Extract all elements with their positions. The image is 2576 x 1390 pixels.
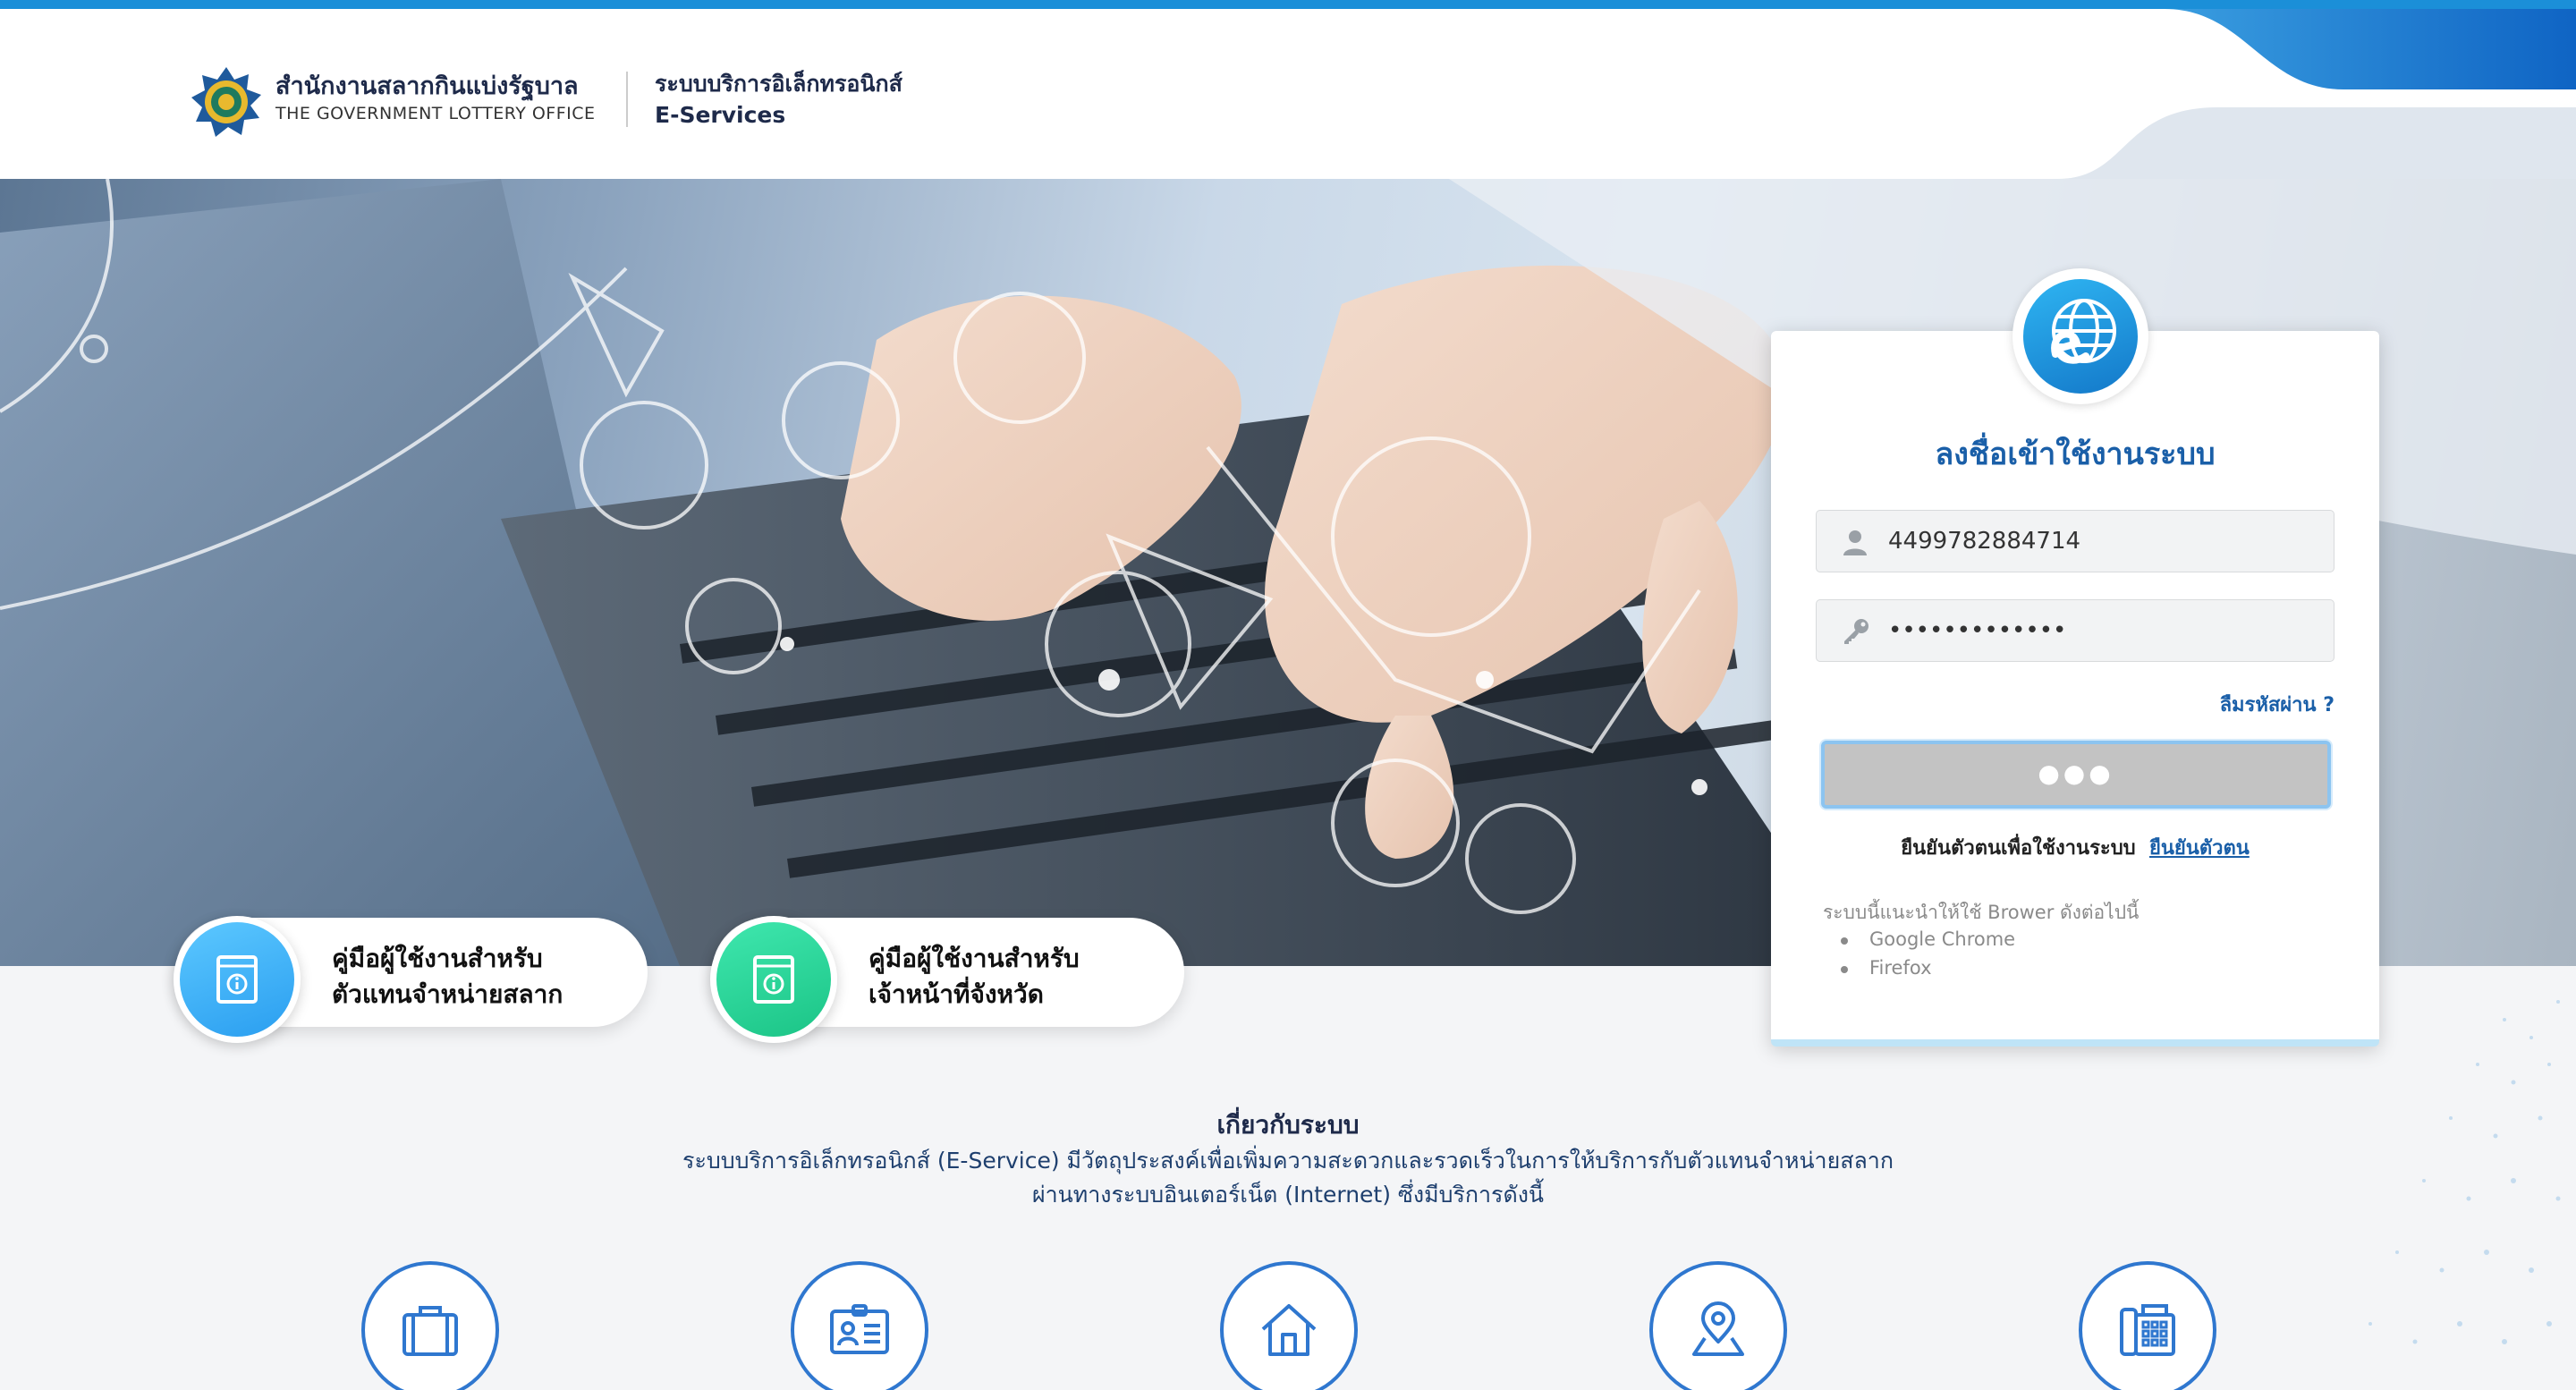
top-accent-bar xyxy=(0,0,2576,9)
browser-item-firefox: Firefox xyxy=(1841,957,2015,986)
service-id-card[interactable] xyxy=(791,1261,928,1390)
guide-staff-icon-circle xyxy=(710,916,837,1043)
guide-agents-line2: ตัวแทนจำหน่ายสลาก xyxy=(332,979,564,1009)
phone-fax-icon xyxy=(2120,1304,2175,1356)
login-submit-button[interactable]: ●●● xyxy=(1821,741,2331,809)
home-icon xyxy=(1261,1304,1317,1356)
verify-identity-link[interactable]: ยืนยันตัวตน xyxy=(2149,837,2250,860)
site-header: สำนักงานสลากกินแบ่งรัฐบาล THE GOVERNMENT… xyxy=(0,9,2576,179)
system-name-thai: ระบบบริการอิเล็กทรอนิกส์ xyxy=(655,71,902,97)
login-title: ลงชื่อเข้าใช้งานระบบ xyxy=(1935,436,2216,472)
lottery-office-seal-icon[interactable] xyxy=(190,65,263,139)
password-input[interactable] xyxy=(1888,600,2318,661)
header-divider xyxy=(626,72,628,127)
system-name-english: E-Services xyxy=(655,102,786,128)
verify-identity-row: ยืนยันตัวตนเพื่อใช้งานระบบ ยืนยันตัวตน xyxy=(1771,832,2379,863)
verify-identity-text: ยืนยันตัวตนเพื่อใช้งานระบบ xyxy=(1901,837,2136,860)
org-name-english: THE GOVERNMENT LOTTERY OFFICE xyxy=(275,104,596,123)
key-icon xyxy=(1844,619,1868,644)
service-phone[interactable] xyxy=(2079,1261,2216,1390)
map-pin-icon xyxy=(1692,1301,1744,1356)
login-card: ลงชื่อเข้าใช้งานระบบ ลืมรหัสผ่าน ? ●●● ย… xyxy=(1771,331,2379,1047)
guide-agents-icon-circle xyxy=(174,916,301,1043)
about-description-line1: ระบบบริการอิเล็กทรอนิกส์ (E-Service) มีว… xyxy=(682,1148,1894,1174)
service-location[interactable] xyxy=(1649,1261,1787,1390)
manual-book-icon xyxy=(753,955,794,1004)
guide-staff-line1: คู่มือผู้ใช้งานสำหรับ xyxy=(869,944,1080,973)
service-briefcase[interactable] xyxy=(361,1261,499,1390)
guide-button-agents[interactable]: คู่มือผู้ใช้งานสำหรับ ตัวแทนจำหน่ายสลาก xyxy=(174,916,648,1043)
browser-item-chrome: Google Chrome xyxy=(1841,928,2015,957)
about-title: เกี่ยวกับระบบ xyxy=(1216,1110,1360,1140)
user-icon xyxy=(1843,530,1867,555)
service-home[interactable] xyxy=(1220,1261,1358,1390)
org-name-thai: สำนักงานสลากกินแบ่งรัฐบาล xyxy=(275,72,579,100)
id-card-icon xyxy=(830,1304,889,1354)
e-service-globe-icon xyxy=(2051,299,2116,364)
briefcase-icon xyxy=(402,1306,458,1356)
about-description-line2: ผ่านทางระบบอินเตอร์เน็ต (Internet) ซึ่งม… xyxy=(1031,1182,1545,1208)
username-input[interactable] xyxy=(1888,511,2318,572)
loading-dots: ●●● xyxy=(2038,759,2114,788)
guide-agents-line1: คู่มือผู้ใช้งานสำหรับ xyxy=(332,944,543,973)
browser-recommendation: ระบบนี้แนะนำให้ใช้ Brower ดังต่อไปนี้ xyxy=(1823,902,2140,923)
manual-book-icon xyxy=(216,955,258,1004)
guide-button-provincial-staff[interactable]: คู่มือผู้ใช้งานสำหรับ เจ้าหน้าที่จังหวัด xyxy=(710,916,1184,1043)
e-service-logo xyxy=(2012,268,2148,404)
username-field[interactable] xyxy=(1816,510,2334,572)
forgot-password-link[interactable]: ลืมรหัสผ่าน ? xyxy=(2220,689,2334,720)
password-field[interactable] xyxy=(1816,599,2334,662)
guide-staff-line2: เจ้าหน้าที่จังหวัด xyxy=(869,979,1044,1009)
header-swoosh-decoration xyxy=(2057,9,2576,179)
browser-list: Google Chrome Firefox xyxy=(1841,928,2015,986)
